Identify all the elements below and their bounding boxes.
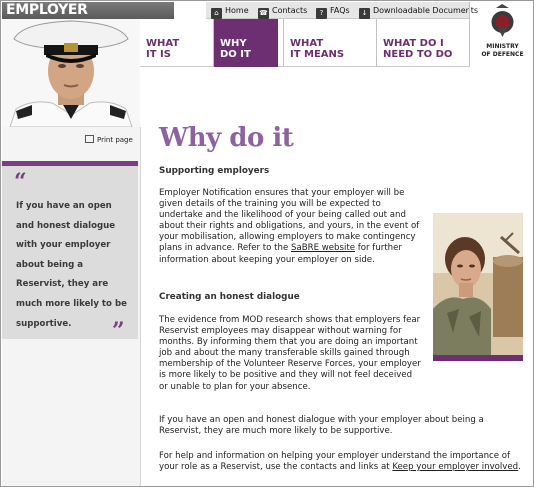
paragraph-supporting: Employer Notification ensures that your … [159, 188, 420, 265]
nav-what-it-means[interactable]: WHAT IT MEANS [283, 19, 376, 67]
page-title: Why do it [159, 123, 294, 153]
sabre-website-link[interactable]: SaBRE website [291, 243, 355, 253]
section-heading-supporting: Supporting employers [159, 166, 270, 176]
faq-icon: ? [316, 8, 327, 19]
printer-icon [85, 135, 94, 143]
print-page-link[interactable]: Print page [85, 135, 133, 144]
nav-what-it-is[interactable]: WHAT IT IS [140, 19, 208, 67]
paragraph-dialogue: The evidence from MOD research shows tha… [159, 315, 421, 392]
downloads-link[interactable]: ↓ Downloadable Documents [359, 4, 478, 19]
close-quote-icon: ” [112, 318, 125, 344]
nav-why-do-it[interactable]: WHY DO IT [213, 19, 278, 67]
nav-what-do-i-need-to-do[interactable]: WHAT DO I NEED TO DO [376, 19, 470, 67]
download-icon: ↓ [359, 8, 370, 19]
keep-employer-involved-link[interactable]: Keep your employer involved [392, 462, 518, 472]
paragraph-supportive: If you have an open and honest dialogue … [159, 415, 484, 437]
crest-icon [491, 4, 514, 37]
mod-logo[interactable]: MINISTRY OF DEFENCE [469, 2, 533, 67]
reservist-photo [433, 213, 523, 361]
soldier-photo [2, 19, 140, 127]
site-title: EMPLOYER NOTIFICATION [2, 2, 174, 35]
section-heading-dialogue: Creating an honest dialogue [159, 292, 300, 302]
paragraph-help: For help and information on helping your… [159, 451, 521, 473]
page-frame: EMPLOYER NOTIFICATION ⌂Home ☎Contacts ?F… [0, 0, 534, 487]
home-link[interactable]: ⌂ Home [211, 4, 249, 19]
mod-name-line1: MINISTRY [486, 43, 519, 50]
contacts-icon: ☎ [258, 8, 269, 19]
home-icon: ⌂ [211, 8, 222, 19]
main-nav: WHAT IT IS WHY DO IT WHAT IT MEANS WHAT DO … [140, 19, 470, 67]
contacts-link[interactable]: ☎ Contacts [258, 4, 307, 19]
mod-name-line2: OF DEFENCE [481, 51, 524, 58]
open-quote-icon: “ [14, 169, 27, 195]
sidebar-divider [140, 127, 141, 486]
pull-quote: If you have an open and honest dialogue … [16, 201, 127, 329]
top-links-bar: ⌂ Home ☎ Contacts ? FAQs ↓ Downloadable Docu… [206, 2, 478, 19]
faqs-link[interactable]: ? FAQs [316, 4, 350, 19]
